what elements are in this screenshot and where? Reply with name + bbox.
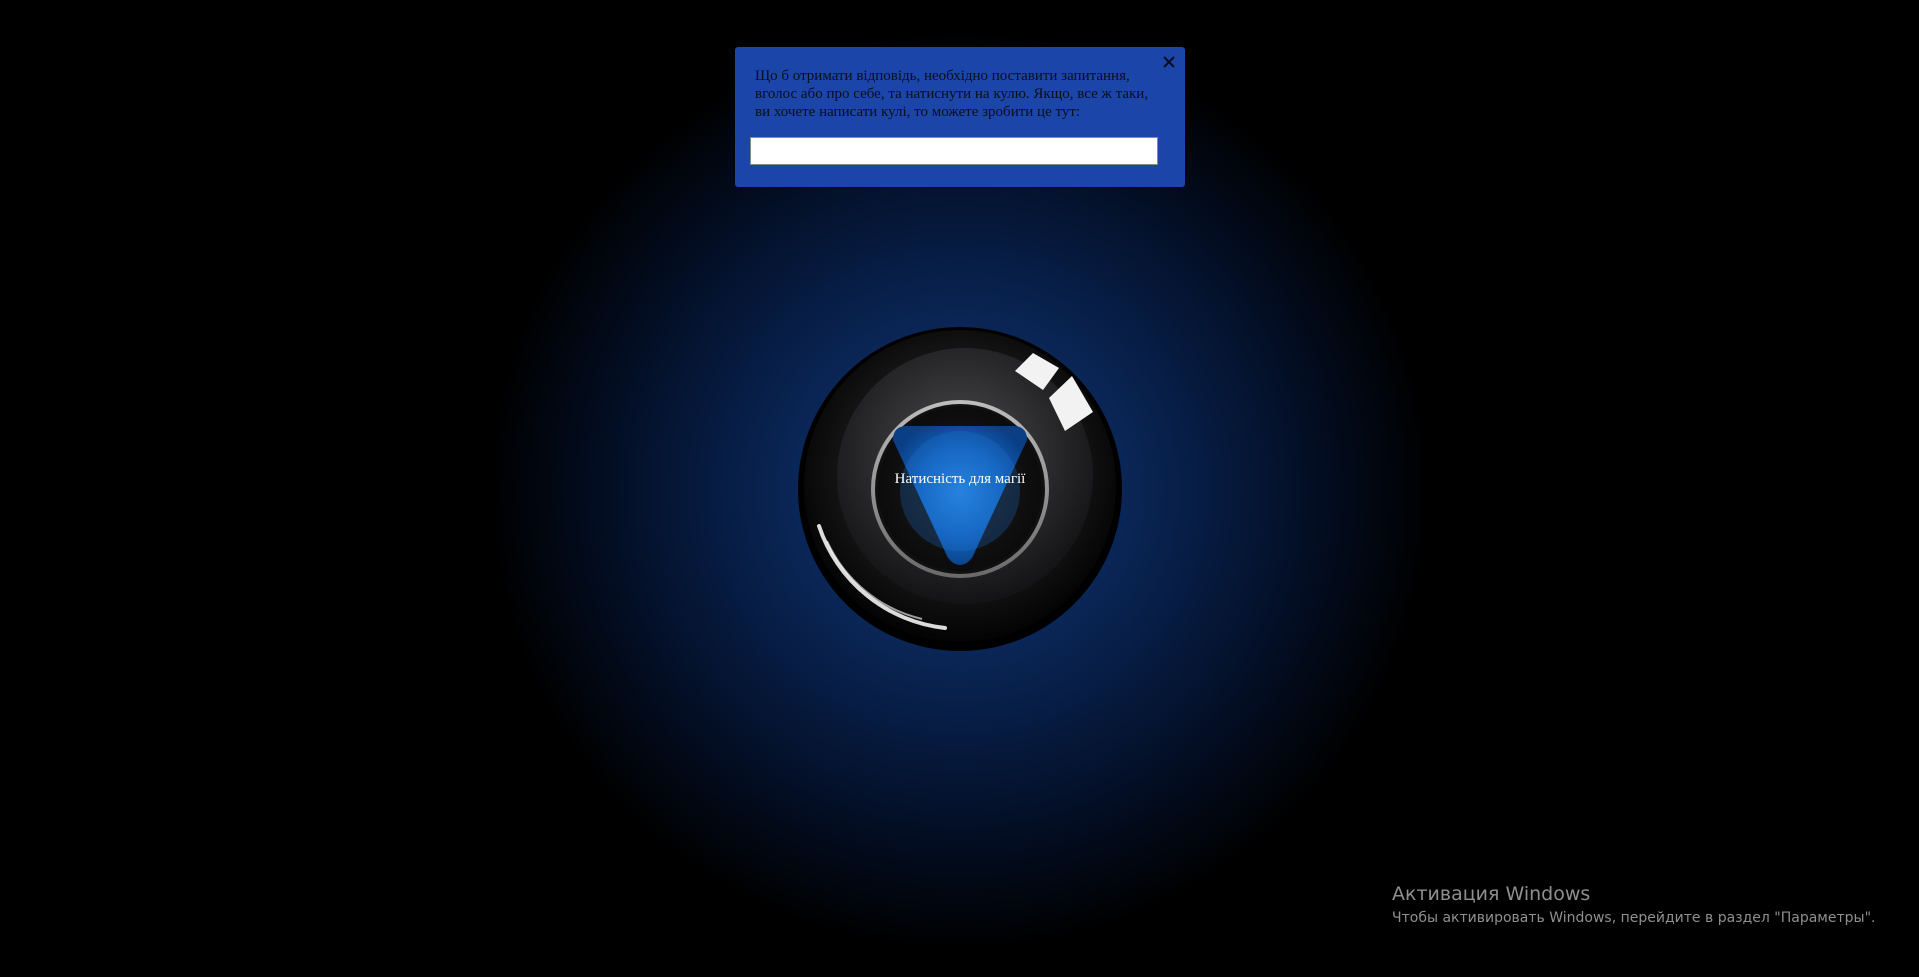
magic-8-ball[interactable]	[797, 326, 1123, 652]
windows-activation-watermark: Активация Windows Чтобы активировать Win…	[1392, 882, 1875, 928]
question-dialog: Що б отримати відповідь, необхідно поста…	[735, 47, 1185, 187]
watermark-subtitle: Чтобы активировать Windows, перейдите в …	[1392, 910, 1876, 926]
close-icon	[1163, 56, 1175, 68]
question-input[interactable]	[750, 137, 1158, 165]
close-button[interactable]	[1160, 53, 1178, 71]
dialog-instructions: Що б отримати відповідь, необхідно поста…	[755, 68, 1149, 120]
watermark-title: Активация Windows	[1392, 883, 1591, 905]
